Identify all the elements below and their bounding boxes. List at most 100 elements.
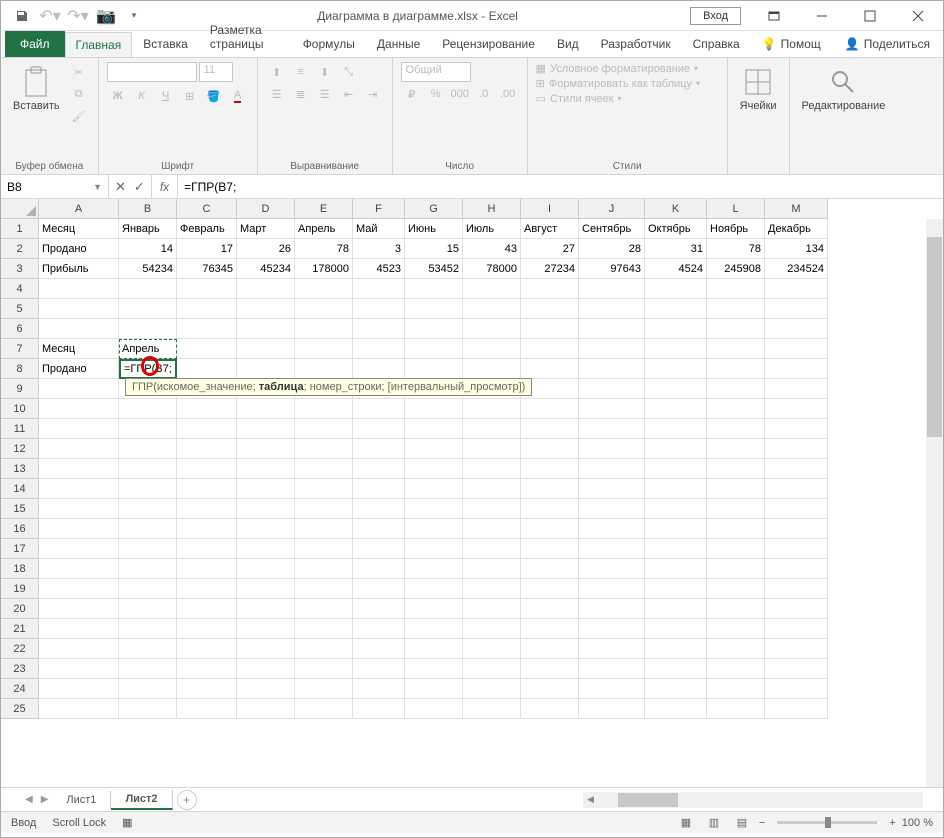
- cell[interactable]: [177, 299, 237, 319]
- cell[interactable]: Март: [237, 219, 295, 239]
- cell[interactable]: [645, 459, 707, 479]
- select-all-corner[interactable]: [1, 199, 39, 219]
- cell-styles-button[interactable]: ▭Стили ячеек▾: [536, 92, 622, 105]
- align-bottom-icon[interactable]: ⬇: [314, 62, 336, 82]
- cell[interactable]: Сентябрь: [579, 219, 645, 239]
- decimal-dec-icon[interactable]: .00: [497, 84, 519, 104]
- cell[interactable]: [765, 559, 828, 579]
- cell[interactable]: [645, 519, 707, 539]
- row-header-25[interactable]: 25: [1, 699, 39, 719]
- cell[interactable]: [765, 359, 828, 379]
- zoom-out-icon[interactable]: −: [759, 817, 765, 829]
- cell[interactable]: 45234: [237, 259, 295, 279]
- cell[interactable]: 234524: [765, 259, 828, 279]
- row-header-22[interactable]: 22: [1, 639, 39, 659]
- cell[interactable]: [237, 559, 295, 579]
- cells-button[interactable]: Ячейки: [736, 62, 781, 116]
- col-header-J[interactable]: J: [579, 199, 645, 219]
- zoom-in-icon[interactable]: +: [889, 817, 895, 829]
- cell[interactable]: [295, 479, 353, 499]
- cell[interactable]: [707, 579, 765, 599]
- cell[interactable]: [353, 459, 405, 479]
- cell[interactable]: [521, 659, 579, 679]
- col-header-M[interactable]: M: [765, 199, 828, 219]
- cell[interactable]: [353, 419, 405, 439]
- cell[interactable]: [39, 599, 119, 619]
- cell[interactable]: [353, 359, 405, 379]
- cell[interactable]: [353, 679, 405, 699]
- cell[interactable]: [645, 539, 707, 559]
- format-painter-icon[interactable]: 🖌: [68, 106, 90, 126]
- tab-file[interactable]: Файл: [5, 31, 65, 57]
- minimize-icon[interactable]: [799, 1, 845, 31]
- cell[interactable]: [177, 519, 237, 539]
- cell[interactable]: [463, 419, 521, 439]
- cell[interactable]: [645, 599, 707, 619]
- cell[interactable]: [463, 579, 521, 599]
- cell[interactable]: Июнь: [405, 219, 463, 239]
- cell[interactable]: [645, 479, 707, 499]
- sheet-tab-2[interactable]: Лист2: [111, 790, 172, 810]
- cell[interactable]: [765, 699, 828, 719]
- cell[interactable]: [39, 299, 119, 319]
- cell[interactable]: [645, 559, 707, 579]
- cell[interactable]: [237, 579, 295, 599]
- cell[interactable]: [579, 419, 645, 439]
- cell[interactable]: Май: [353, 219, 405, 239]
- cell[interactable]: [645, 419, 707, 439]
- cell[interactable]: [39, 419, 119, 439]
- cell[interactable]: [353, 519, 405, 539]
- cell[interactable]: [119, 619, 177, 639]
- cell[interactable]: [645, 399, 707, 419]
- cell[interactable]: [237, 659, 295, 679]
- cell[interactable]: [707, 699, 765, 719]
- close-icon[interactable]: [895, 1, 941, 31]
- row-header-18[interactable]: 18: [1, 559, 39, 579]
- cell[interactable]: 245908: [707, 259, 765, 279]
- cell[interactable]: [119, 279, 177, 299]
- comma-icon[interactable]: 000: [449, 84, 471, 104]
- cell[interactable]: [119, 419, 177, 439]
- cell[interactable]: [645, 499, 707, 519]
- cell[interactable]: [39, 699, 119, 719]
- percent-icon[interactable]: %: [425, 84, 447, 104]
- col-header-A[interactable]: A: [39, 199, 119, 219]
- cell[interactable]: [579, 639, 645, 659]
- cell[interactable]: [765, 579, 828, 599]
- sheet-tab-1[interactable]: Лист1: [52, 791, 111, 809]
- cell[interactable]: 4524: [645, 259, 707, 279]
- cell[interactable]: [707, 339, 765, 359]
- cell[interactable]: [119, 699, 177, 719]
- cell[interactable]: [521, 619, 579, 639]
- cell[interactable]: [645, 279, 707, 299]
- cell[interactable]: [707, 539, 765, 559]
- cell[interactable]: 17: [177, 239, 237, 259]
- cell[interactable]: [707, 479, 765, 499]
- cell[interactable]: [645, 639, 707, 659]
- cell[interactable]: [463, 319, 521, 339]
- cell[interactable]: [765, 419, 828, 439]
- cell[interactable]: [295, 599, 353, 619]
- cell[interactable]: [237, 499, 295, 519]
- cell[interactable]: [579, 319, 645, 339]
- cell[interactable]: [579, 359, 645, 379]
- cell[interactable]: [119, 299, 177, 319]
- add-sheet-button[interactable]: +: [177, 790, 197, 810]
- cell[interactable]: [707, 319, 765, 339]
- cell[interactable]: [119, 559, 177, 579]
- cell[interactable]: [521, 479, 579, 499]
- cell[interactable]: [177, 479, 237, 499]
- cell[interactable]: [645, 339, 707, 359]
- fx-icon[interactable]: fx: [152, 175, 178, 198]
- cell[interactable]: [579, 559, 645, 579]
- cell[interactable]: [521, 439, 579, 459]
- cell[interactable]: [405, 539, 463, 559]
- orientation-icon[interactable]: ⤡: [338, 62, 360, 82]
- cell[interactable]: [765, 279, 828, 299]
- zoom-slider[interactable]: [777, 821, 877, 824]
- cell[interactable]: Месяц: [39, 339, 119, 359]
- cell[interactable]: [521, 539, 579, 559]
- col-header-F[interactable]: F: [353, 199, 405, 219]
- cell[interactable]: [353, 699, 405, 719]
- cell[interactable]: [579, 339, 645, 359]
